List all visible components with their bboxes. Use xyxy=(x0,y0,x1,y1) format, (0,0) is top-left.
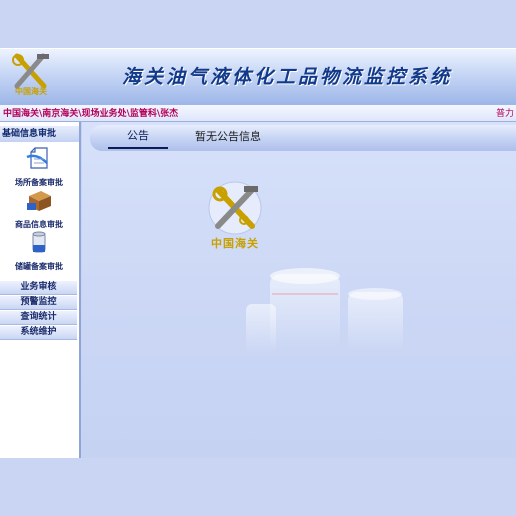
sidebar-item-site-filing[interactable]: 场所备案审批 xyxy=(4,145,74,188)
system-title: 海关油气液体化工品物流监控系统 xyxy=(122,66,453,88)
notice-message: 暂无公告信息 xyxy=(195,130,261,143)
storage-tank-icon xyxy=(32,231,46,253)
document-check-icon xyxy=(26,147,48,169)
menu-item-alert-monitoring[interactable]: 预警监控 xyxy=(0,295,77,310)
sidebar-item-tank-filing[interactable]: 储罐备案审批 xyxy=(4,229,74,272)
menu-item-system-maintenance[interactable]: 系统维护 xyxy=(0,325,77,340)
sidebar-item-goods-info[interactable]: 商品信息审批 xyxy=(4,187,74,230)
tab-notice[interactable]: 公告 xyxy=(108,127,168,149)
sidebar-item-label: 储罐备案审批 xyxy=(15,262,63,271)
footer-band xyxy=(0,458,516,516)
center-emblem-caption: 中国海关 xyxy=(211,237,259,250)
menu-item-business-review[interactable]: 业务审核 xyxy=(0,280,77,295)
storage-tanks-illustration xyxy=(246,268,403,354)
breadcrumb: 中国海关\南京海关\现场业务处\监管科\张杰 xyxy=(3,109,179,119)
cargo-box-icon xyxy=(27,191,51,211)
menu-item-query-statistics[interactable]: 查询统计 xyxy=(0,310,77,325)
emblem-caption: 中国海关 xyxy=(15,86,47,96)
sidebar-section-title: 基础信息审批 xyxy=(0,126,79,142)
breadcrumb-right-text: 普力 xyxy=(496,109,515,119)
top-background xyxy=(0,0,516,48)
